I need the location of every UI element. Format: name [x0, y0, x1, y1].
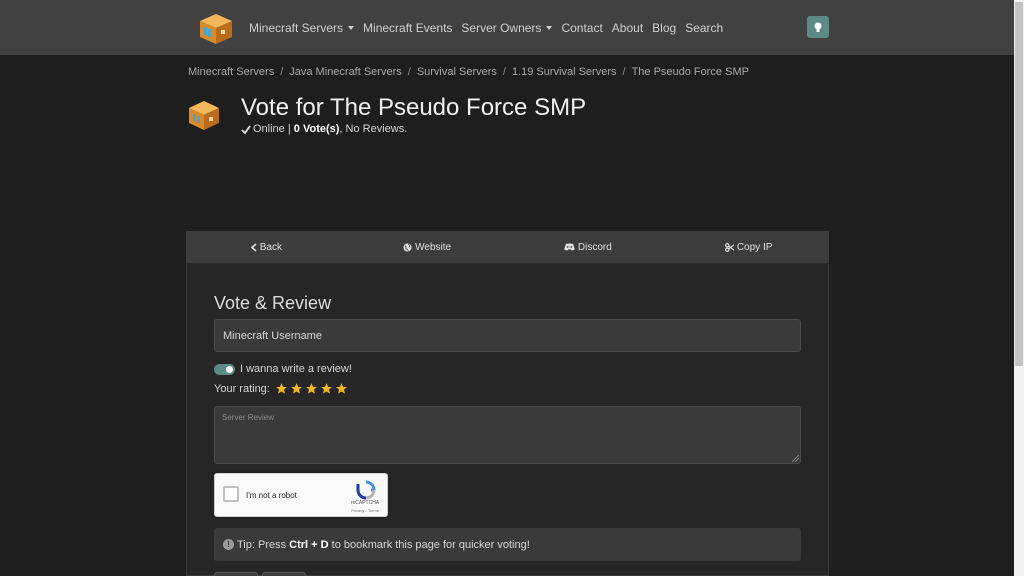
tab-back-label: Back — [259, 241, 282, 253]
theme-toggle-button[interactable] — [807, 16, 829, 38]
star-icon[interactable] — [335, 382, 348, 395]
nav-links: Minecraft Servers Minecraft Events Serve… — [249, 0, 732, 55]
nav-search[interactable]: Search — [685, 21, 723, 35]
info-icon: ! — [223, 539, 234, 550]
tab-copy-ip[interactable]: Copy IP — [668, 231, 829, 263]
rating-label: Your rating: — [214, 382, 270, 395]
top-navbar: Minecraft Servers Minecraft Events Serve… — [0, 0, 1014, 55]
check-icon — [241, 124, 251, 134]
recaptcha-terms-link[interactable]: Privacy - Terms — [342, 508, 388, 513]
tab-website-label: Website — [415, 241, 452, 253]
nav-minecraft-servers[interactable]: Minecraft Servers — [249, 21, 355, 35]
toggle-knob — [226, 365, 233, 373]
recaptcha-checkbox[interactable] — [223, 486, 239, 502]
recaptcha-logo-icon — [356, 480, 376, 500]
breadcrumb-separator: / — [280, 66, 284, 78]
star-icon[interactable] — [275, 382, 288, 395]
tab-discord-label: Discord — [577, 241, 612, 253]
page-title: Vote for The Pseudo Force SMP — [241, 94, 587, 121]
breadcrumb-survival-servers[interactable]: Survival Servers — [417, 66, 497, 78]
review-toggle-label: I wanna write a review! — [240, 363, 352, 375]
tab-copy-ip-label: Copy IP — [736, 241, 773, 253]
tip-keys: Ctrl + D — [289, 538, 329, 551]
nav-blog[interactable]: Blog — [652, 21, 676, 35]
nav-about[interactable]: About — [612, 21, 643, 35]
breadcrumb-separator: / — [622, 66, 626, 78]
tip-suffix: to bookmark this page for quicker voting… — [328, 538, 530, 551]
recaptcha-brand: reCAPTCHA — [350, 500, 380, 506]
scissors-icon — [724, 242, 734, 252]
tab-website[interactable]: Website — [347, 231, 508, 263]
breadcrumb-minecraft-servers[interactable]: Minecraft Servers — [188, 66, 274, 78]
breadcrumb-java-servers[interactable]: Java Minecraft Servers — [289, 66, 401, 78]
tab-back[interactable]: Back — [186, 231, 347, 263]
lightbulb-icon — [814, 22, 822, 32]
site-logo[interactable] — [196, 11, 234, 45]
breadcrumb-separator: / — [502, 66, 506, 78]
rating-row: Your rating: — [214, 382, 348, 395]
nav-minecraft-events[interactable]: Minecraft Events — [363, 21, 452, 35]
server-status-line: Online | 0 Vote(s), No Reviews. — [241, 123, 407, 135]
star-icon[interactable] — [305, 382, 318, 395]
globe-icon — [403, 242, 412, 252]
breadcrumb: Minecraft Servers / Java Minecraft Serve… — [188, 66, 749, 78]
review-toggle[interactable] — [214, 363, 235, 375]
nav-server-owners[interactable]: Server Owners — [461, 21, 553, 35]
star-icon[interactable] — [290, 382, 303, 395]
review-count: , No Reviews. — [339, 123, 408, 135]
resize-handle-icon[interactable] — [792, 455, 799, 462]
status-separator: | — [284, 123, 294, 135]
breadcrumb-version-servers[interactable]: 1.19 Survival Servers — [512, 66, 617, 78]
star-icon[interactable] — [320, 382, 333, 395]
bookmark-tip: ! Tip: Press Ctrl + D to bookmark this p… — [214, 528, 801, 561]
vote-count: 0 Vote(s) — [293, 123, 340, 135]
username-input[interactable] — [214, 319, 801, 352]
server-icon — [189, 101, 219, 130]
rating-stars — [273, 382, 348, 395]
recaptcha-label: I'm not a robot — [246, 491, 297, 500]
card-tab-bar: Back Website Discord Copy IP — [186, 231, 829, 264]
recaptcha-widget: I'm not a robot reCAPTCHA Privacy - Term… — [214, 473, 388, 517]
chevron-left-icon — [250, 242, 257, 252]
vote-review-heading: Vote & Review — [214, 293, 332, 313]
breadcrumb-separator: / — [407, 66, 411, 78]
breadcrumb-current: The Pseudo Force SMP — [631, 66, 749, 78]
review-toggle-row: I wanna write a review! — [214, 363, 352, 375]
review-textarea[interactable] — [214, 406, 801, 464]
scrollbar-thumb[interactable] — [1015, 2, 1023, 366]
caret-down-icon — [348, 25, 355, 30]
submit-button[interactable] — [262, 572, 306, 576]
tab-discord[interactable]: Discord — [508, 231, 669, 263]
vote-card — [186, 231, 829, 576]
caret-down-icon — [546, 25, 553, 30]
online-status: Online — [253, 123, 285, 135]
tip-prefix: Tip: Press — [237, 538, 290, 551]
discord-icon — [564, 243, 575, 251]
nav-contact[interactable]: Contact — [561, 21, 602, 35]
vote-button[interactable] — [214, 572, 258, 576]
